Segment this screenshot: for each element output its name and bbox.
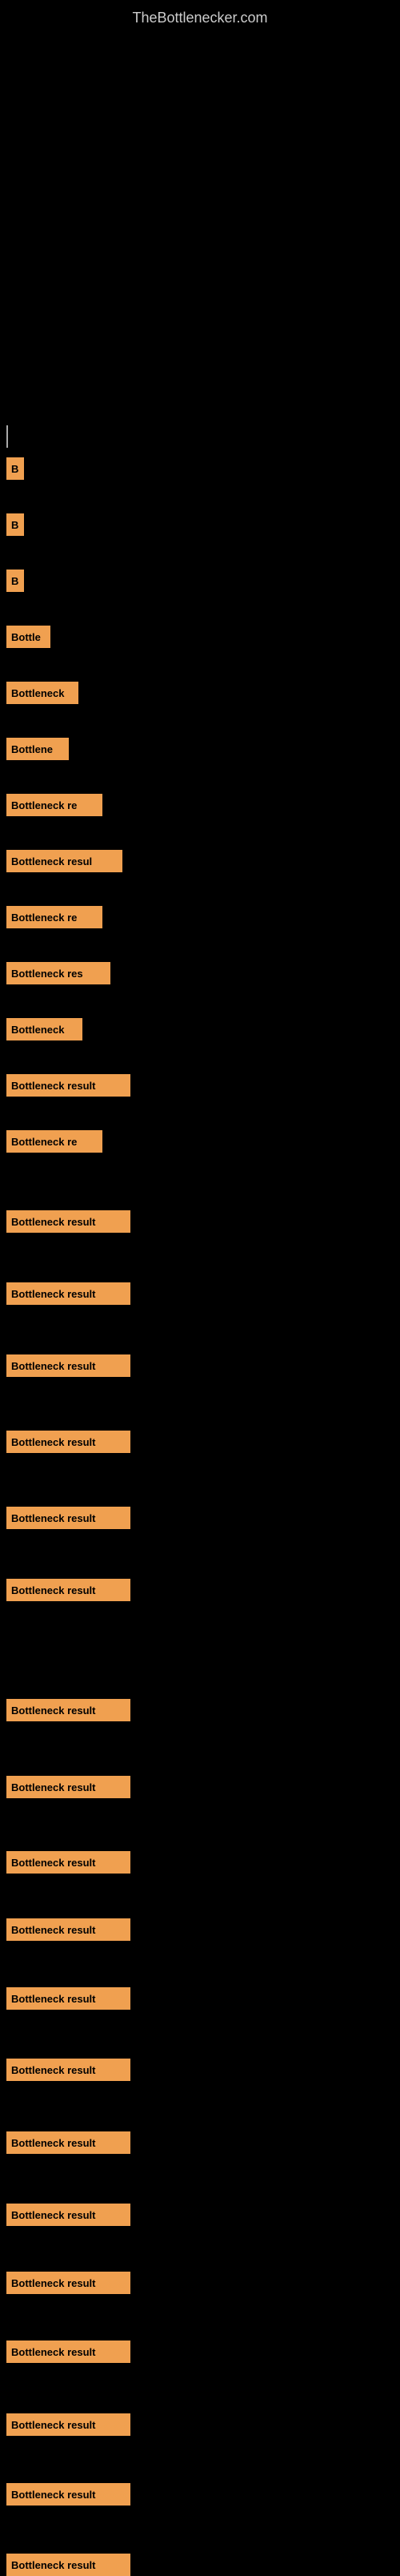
bottleneck-bar[interactable]: Bottleneck result	[6, 2204, 130, 2226]
bottleneck-bar[interactable]: Bottleneck result	[6, 1210, 130, 1233]
bottleneck-bar[interactable]: Bottleneck result	[6, 2483, 130, 2506]
bottleneck-bar[interactable]: Bottleneck result	[6, 2272, 130, 2294]
bottleneck-bar[interactable]: Bottleneck result	[6, 1776, 130, 1798]
bottleneck-bar[interactable]: Bottleneck result	[6, 1987, 130, 2010]
bottleneck-bar[interactable]: Bottle	[6, 626, 50, 648]
bottleneck-bar[interactable]: Bottleneck result	[6, 1507, 130, 1529]
bottleneck-bar[interactable]: Bottleneck re	[6, 794, 102, 816]
bottleneck-bar[interactable]: Bottleneck result	[6, 2059, 130, 2081]
bottleneck-bar[interactable]: Bottleneck res	[6, 962, 110, 984]
bottleneck-bar[interactable]: Bottleneck	[6, 682, 78, 704]
bottleneck-bar[interactable]: Bottleneck result	[6, 1918, 130, 1941]
bottleneck-bar[interactable]: Bottleneck result	[6, 1282, 130, 1305]
cursor-line	[6, 425, 8, 448]
bottleneck-bar[interactable]: Bottleneck re	[6, 906, 102, 928]
bottleneck-bar[interactable]: Bottleneck result	[6, 2413, 130, 2436]
bottleneck-bar[interactable]: Bottleneck re	[6, 1130, 102, 1153]
bottleneck-bar[interactable]: Bottleneck result	[6, 1354, 130, 1377]
bottleneck-bar[interactable]: Bottlene	[6, 738, 69, 760]
bottleneck-bar[interactable]: Bottleneck result	[6, 1431, 130, 1453]
bottleneck-bar[interactable]: Bottleneck result	[6, 1074, 130, 1097]
bottleneck-bar[interactable]: Bottleneck result	[6, 1699, 130, 1721]
bottleneck-bar[interactable]: Bottleneck result	[6, 1579, 130, 1601]
bottleneck-bar[interactable]: Bottleneck result	[6, 2131, 130, 2154]
bottleneck-bar[interactable]: Bottleneck	[6, 1018, 82, 1040]
site-title: TheBottlenecker.com	[0, 0, 400, 33]
bottleneck-bar[interactable]: Bottleneck resul	[6, 850, 122, 872]
bottleneck-bar[interactable]: B	[6, 457, 24, 480]
bottleneck-bar[interactable]: B	[6, 513, 24, 536]
bottleneck-bar[interactable]: B	[6, 570, 24, 592]
bottleneck-bar[interactable]: Bottleneck result	[6, 2341, 130, 2363]
bottleneck-bar[interactable]: Bottleneck result	[6, 1851, 130, 1874]
bottleneck-bar[interactable]: Bottleneck result	[6, 2554, 130, 2576]
